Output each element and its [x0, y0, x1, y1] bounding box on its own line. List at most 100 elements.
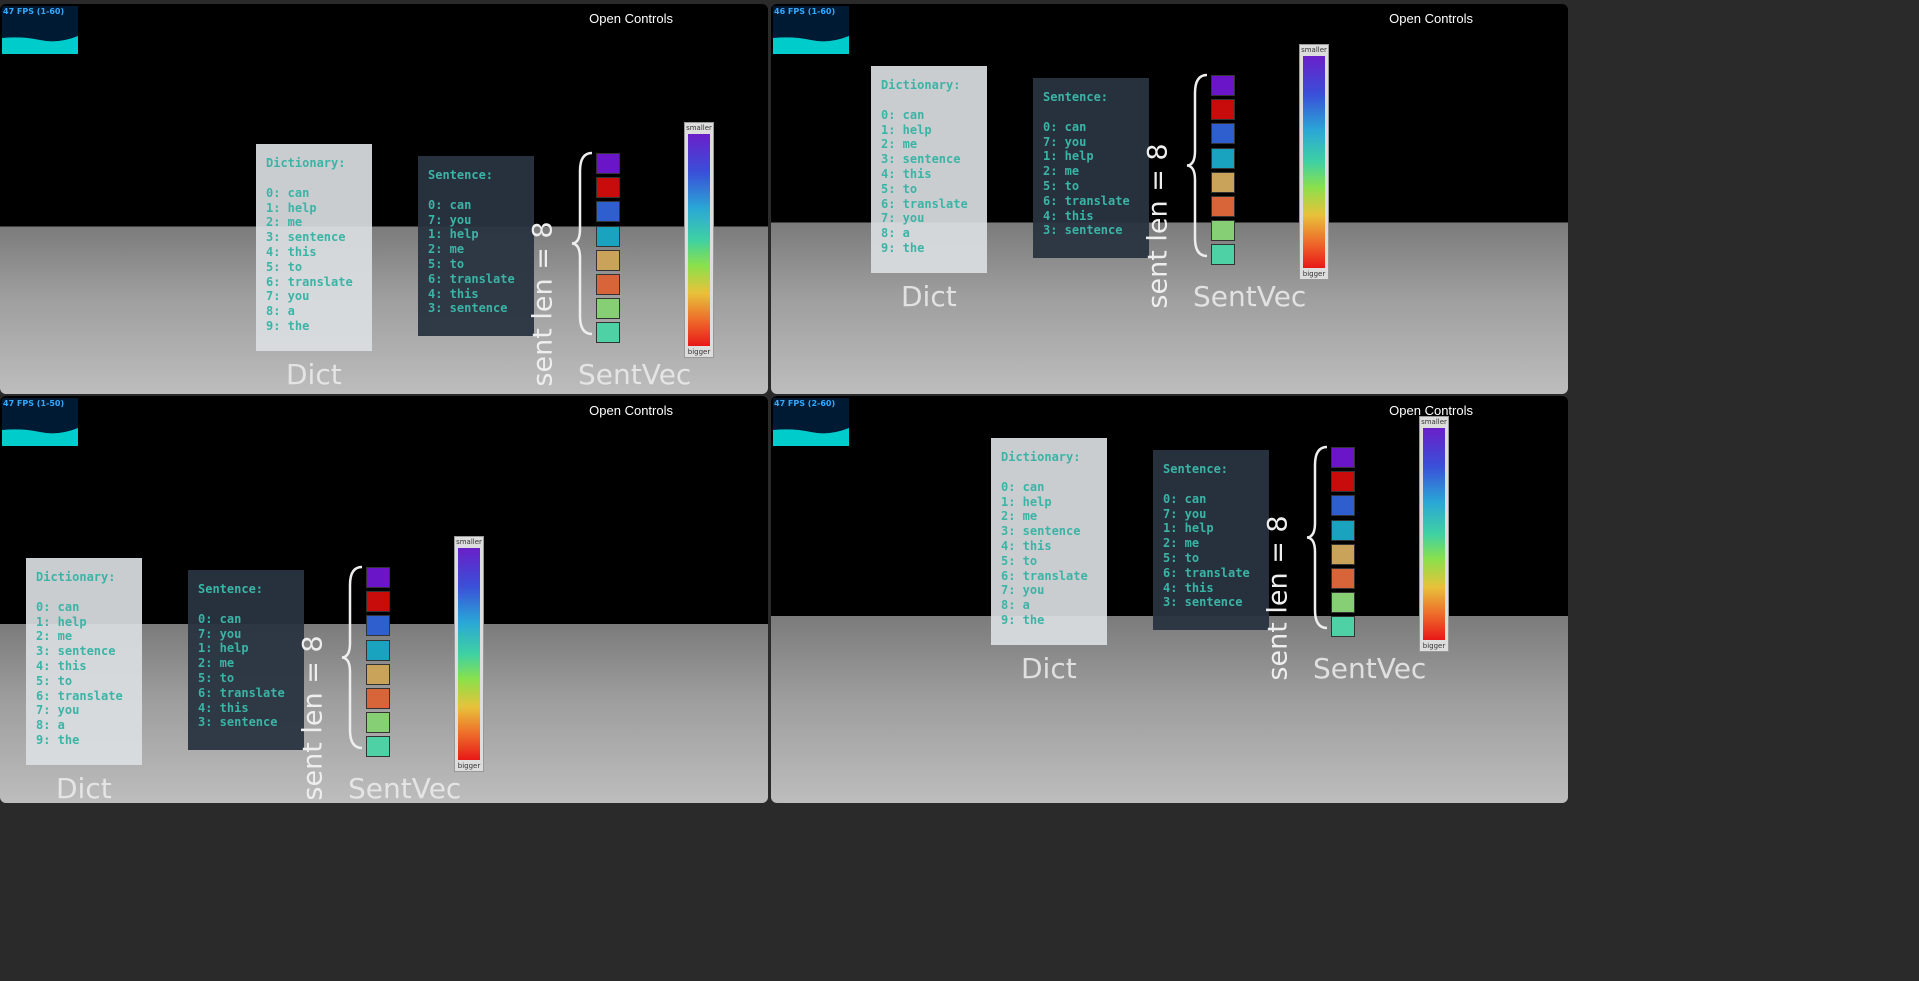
sentence-item: 6: translate [198, 685, 285, 700]
sentence-list: 0: can 7: you 1: help 2: me 5: to 6: tra… [1043, 120, 1139, 238]
sentvec-label: SentVec [1313, 652, 1427, 685]
dictionary-title: Dictionary: [36, 570, 116, 584]
fps-text: 47 FPS (1-50) [3, 399, 65, 408]
colorbar-gradient [688, 134, 710, 346]
vector-cell [1331, 495, 1355, 517]
dictionary-list: 0: can 1: help 2: me 3: sentence 4: this… [36, 600, 132, 748]
dictionary-item: 8: a [881, 226, 910, 241]
colorbar-legend: smaller bigger [1299, 44, 1329, 280]
viewport-top-left[interactable]: 47 FPS (1-60) Open Controls Dictionary: … [0, 4, 768, 394]
vector-cell [1211, 75, 1235, 96]
viewport-top-right[interactable]: 46 FPS (1-60) Open Controls Dictionary: … [771, 4, 1568, 394]
scene: Dictionary: 0: can 1: help 2: me 3: sent… [256, 122, 768, 394]
sentence-item: 6: translate [428, 271, 515, 286]
dictionary-title: Dictionary: [1001, 450, 1081, 464]
vector-cell [366, 639, 390, 661]
viewport-bottom-left[interactable]: 47 FPS (1-50) Open Controls Dictionary: … [0, 396, 768, 803]
dictionary-panel: Dictionary: 0: can 1: help 2: me 3: sent… [256, 144, 372, 351]
vector-cell [1211, 220, 1235, 242]
dictionary-item: 2: me [36, 629, 73, 644]
sentence-item: 3: sentence [1043, 223, 1123, 238]
vector-cell [366, 687, 390, 709]
sentence-item: 0: can [1163, 491, 1207, 506]
scene: Dictionary: 0: can 1: help 2: me 3: sent… [26, 536, 546, 803]
dictionary-item: 0: can [266, 185, 310, 200]
vector-cell [1331, 519, 1355, 541]
dictionary-item: 8: a [36, 718, 65, 733]
sentence-panel: Sentence: 0: can 7: you 1: help 2: me 5:… [418, 156, 534, 336]
dictionary-item: 6: translate [881, 196, 968, 211]
dict-label: Dict [901, 280, 957, 313]
vector-cell [1331, 616, 1355, 638]
fps-text: 47 FPS (1-60) [3, 7, 65, 16]
vector-cell [1211, 244, 1235, 266]
sentence-title: Sentence: [1163, 462, 1229, 476]
sentence-list: 0: can 7: you 1: help 2: me 5: to 6: tra… [198, 612, 294, 730]
sentence-item: 0: can [428, 197, 472, 212]
colorbar-top-label: smaller [1301, 46, 1327, 54]
dictionary-item: 8: a [1001, 598, 1030, 613]
dictionary-title: Dictionary: [881, 78, 961, 92]
sentence-item: 1: help [198, 641, 249, 656]
sentence-item: 2: me [198, 656, 235, 671]
sentence-title: Sentence: [198, 582, 264, 596]
dictionary-item: 6: translate [36, 688, 123, 703]
dictionary-item: 9: the [266, 318, 310, 333]
viewport-bottom-right[interactable]: 47 FPS (2-60) Open Controls Dictionary: … [771, 396, 1568, 803]
dictionary-item: 4: this [881, 166, 932, 181]
sentence-list: 0: can 7: you 1: help 2: me 5: to 6: tra… [1163, 492, 1259, 610]
sentence-item: 5: to [198, 670, 235, 685]
sentvec-label: SentVec [1193, 280, 1307, 313]
vector-cell [366, 567, 390, 588]
colorbar-gradient [1423, 428, 1445, 640]
colorbar-gradient [458, 548, 480, 760]
vector-cell [596, 273, 620, 295]
dictionary-item: 1: help [266, 200, 317, 215]
fps-graph [2, 428, 78, 446]
sentence-item: 5: to [1163, 550, 1200, 565]
colorbar-legend: smaller bigger [684, 122, 714, 358]
dictionary-item: 5: to [881, 181, 918, 196]
dictionary-item: 6: translate [266, 274, 353, 289]
dictionary-title: Dictionary: [266, 156, 346, 170]
dictionary-list: 0: can 1: help 2: me 3: sentence 4: this… [881, 108, 977, 256]
sentence-item: 3: sentence [428, 301, 508, 316]
fps-graph [2, 36, 78, 54]
fps-meter: 46 FPS (1-60) [773, 6, 849, 54]
scene: Dictionary: 0: can 1: help 2: me 3: sent… [991, 416, 1511, 738]
dictionary-item: 6: translate [1001, 568, 1088, 583]
vector-cell [596, 177, 620, 199]
sentence-item: 4: this [198, 700, 249, 715]
sentence-item: 3: sentence [198, 715, 278, 730]
vector-cell [1211, 147, 1235, 169]
vector-cell [596, 153, 620, 174]
sentence-vector [1331, 447, 1357, 641]
sentence-item: 7: you [1043, 134, 1087, 149]
dictionary-item: 2: me [881, 137, 918, 152]
vector-cell [1331, 592, 1355, 614]
dict-label: Dict [286, 358, 342, 391]
open-controls-button[interactable]: Open Controls [1389, 11, 1473, 26]
dictionary-item: 4: this [1001, 538, 1052, 553]
fps-graph [773, 428, 849, 446]
dictionary-item: 5: to [36, 673, 73, 688]
dictionary-item: 9: the [1001, 612, 1045, 627]
dictionary-item: 0: can [881, 107, 925, 122]
sentence-item: 1: help [428, 227, 479, 242]
vector-cell [1211, 99, 1235, 121]
colorbar-bottom-label: bigger [457, 762, 481, 770]
vector-cell [366, 615, 390, 637]
dictionary-item: 1: help [1001, 494, 1052, 509]
sentence-item: 1: help [1163, 521, 1214, 536]
colorbar-bottom-label: bigger [1422, 642, 1446, 650]
brace-icon [1306, 445, 1328, 630]
open-controls-button[interactable]: Open Controls [589, 403, 673, 418]
fps-text: 46 FPS (1-60) [774, 7, 836, 16]
sentence-panel: Sentence: 0: can 7: you 1: help 2: me 5:… [1153, 450, 1269, 630]
sentvec-label: SentVec [578, 358, 692, 391]
vector-cell [596, 201, 620, 223]
open-controls-button[interactable]: Open Controls [589, 11, 673, 26]
vector-cell [596, 322, 620, 344]
dictionary-list: 0: can 1: help 2: me 3: sentence 4: this… [1001, 480, 1097, 628]
sentence-panel: Sentence: 0: can 7: you 1: help 2: me 5:… [1033, 78, 1149, 258]
